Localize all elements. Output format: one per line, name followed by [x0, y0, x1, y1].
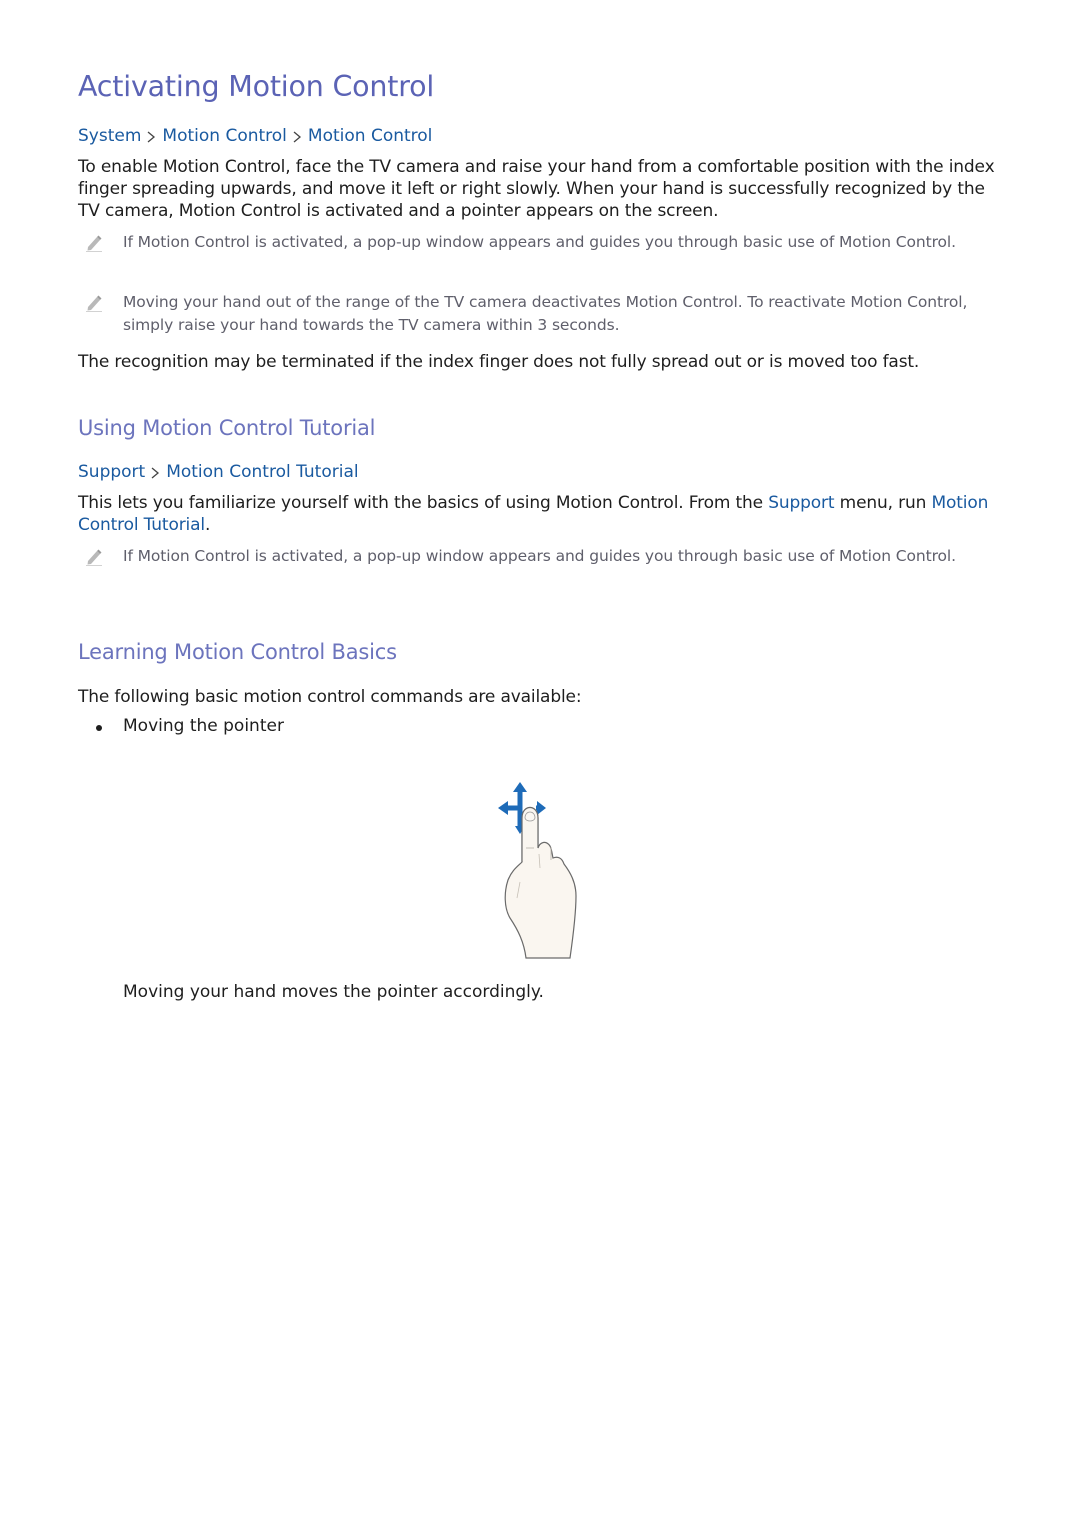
recognition-warning: The recognition may be terminated if the… [78, 352, 920, 372]
path-item-support[interactable]: Support [78, 462, 145, 482]
chevron-right-icon [146, 131, 156, 142]
pencil-note-icon [84, 234, 104, 252]
note-popup-guide-tutorial: If Motion Control is activated, a pop-up… [78, 545, 1002, 568]
menu-path: Support Motion Control Tutorial [78, 462, 359, 482]
tutorial-description: This lets you familiarize yourself with … [78, 492, 1002, 536]
pencil-note-icon [84, 294, 104, 312]
page-title: Activating Motion Control [78, 70, 435, 103]
note-reactivate: Moving your hand out of the range of the… [78, 291, 1002, 336]
path-item-motion-control-tutorial[interactable]: Motion Control Tutorial [166, 462, 358, 482]
pencil-note-icon [84, 548, 104, 566]
chevron-right-icon [292, 131, 302, 142]
hand-pointer-move-icon [498, 782, 588, 960]
bullet-item: Moving the pointer [78, 716, 284, 736]
bullet-dot [96, 725, 102, 731]
tutorial-text: . [204, 515, 211, 535]
basics-heading: Learning Motion Control Basics [78, 640, 397, 664]
basics-intro: The following basic motion control comma… [78, 687, 582, 707]
activation-description: To enable Motion Control, face the TV ca… [78, 157, 995, 221]
figure-caption: Moving your hand moves the pointer accor… [123, 982, 544, 1002]
tutorial-heading: Using Motion Control Tutorial [78, 416, 376, 440]
note-text: If Motion Control is activated, a pop-up… [123, 233, 956, 251]
tutorial-text: This lets you familiarize yourself with … [78, 493, 769, 513]
note-text: If Motion Control is activated, a pop-up… [123, 547, 956, 565]
chevron-right-icon [150, 467, 160, 478]
note-popup-guide: If Motion Control is activated, a pop-up… [78, 231, 1002, 254]
path-item-system[interactable]: System [78, 126, 141, 146]
path-item-motion-control[interactable]: Motion Control [162, 126, 287, 146]
menu-path: System Motion Control Motion Control [78, 126, 432, 146]
support-link[interactable]: Support [768, 493, 834, 513]
tutorial-text: menu, run [834, 493, 932, 513]
path-item-motion-control-setting[interactable]: Motion Control [308, 126, 433, 146]
note-text: Moving your hand out of the range of the… [123, 293, 968, 334]
bullet-label: Moving the pointer [123, 716, 284, 736]
